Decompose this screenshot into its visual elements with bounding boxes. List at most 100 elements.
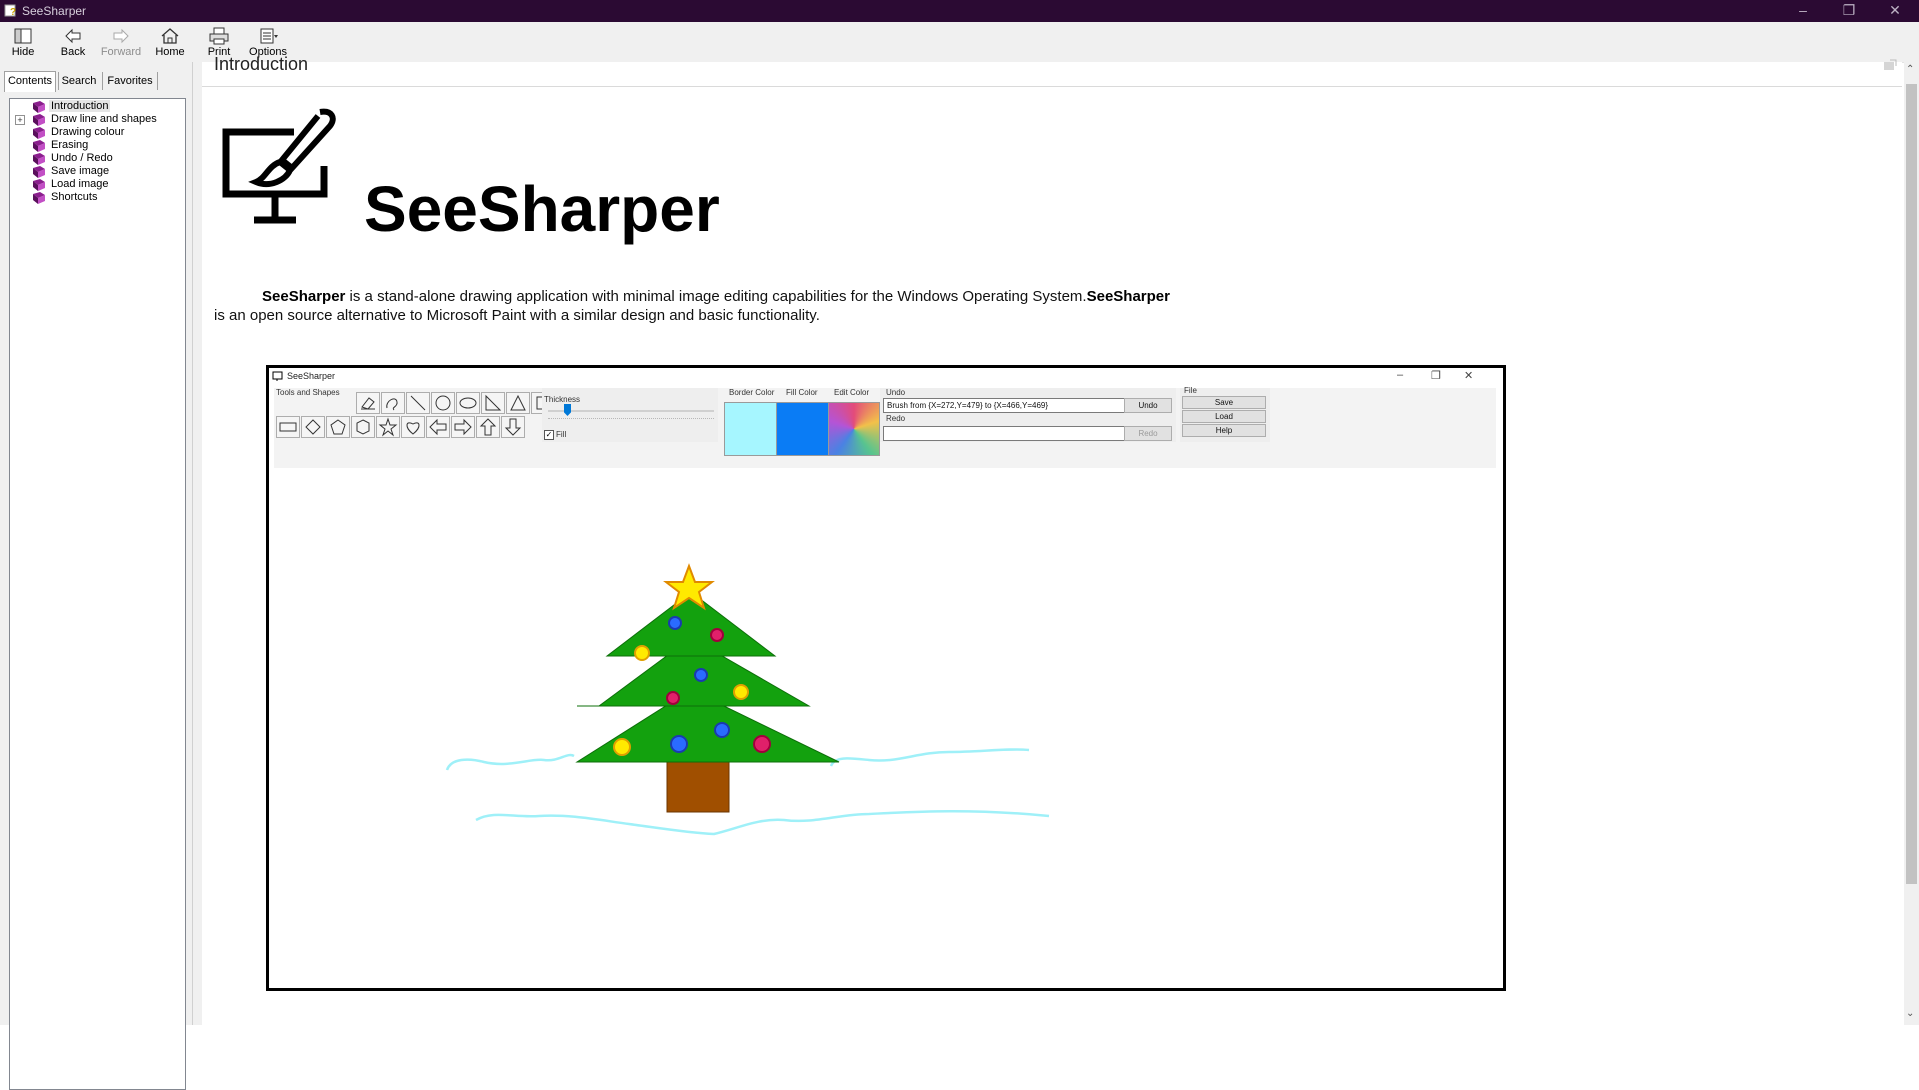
close-button[interactable]: ✕ (1872, 0, 1918, 22)
tools-label: Tools and Shapes (276, 388, 340, 397)
redo-label: Redo (886, 414, 906, 423)
hide-icon (14, 28, 32, 44)
fill-color-swatch (776, 402, 830, 456)
line-icon (410, 395, 426, 411)
eraser-icon (361, 397, 375, 410)
desc-text-1: is a stand-alone drawing application wit… (345, 288, 1087, 305)
brand-bold-1: SeeSharper (262, 288, 346, 305)
redo-history-field (883, 426, 1125, 441)
arrow-left-tool-button (426, 416, 450, 438)
hide-button[interactable]: Hide (0, 25, 46, 61)
app-icon: ? (4, 4, 16, 18)
svg-text:?: ? (10, 7, 16, 18)
circle-icon (435, 395, 451, 411)
fill-color-label: Fill Color (786, 388, 818, 397)
options-icon (260, 28, 278, 44)
printer-icon (209, 27, 229, 45)
right-triangle-tool-button (481, 392, 505, 414)
restore-button[interactable]: ❐ (1826, 0, 1872, 22)
undo-history-field: Brush from {X=272,Y=479} to {X=466,Y=469… (883, 398, 1125, 413)
star-tool-button (376, 416, 400, 438)
fill-checkbox: ✓ (544, 430, 554, 440)
hexagon-icon (356, 419, 370, 435)
scroll-down-icon[interactable]: ⌄ (1906, 1008, 1914, 1019)
topic-title: Introduction (214, 54, 309, 74)
undo-redo-group: Undo Brush from {X=272,Y=479} to {X=466,… (880, 388, 1176, 442)
hexagon-tool-button (351, 416, 375, 438)
edit-color-swatch (828, 402, 880, 456)
eraser-tool-button (356, 392, 380, 414)
thickness-track (548, 410, 714, 412)
diamond-icon (305, 419, 321, 435)
screenshot-minimize-icon: – (1397, 369, 1404, 381)
tree-item-label: Erasing (51, 139, 89, 151)
screenshot-app-icon (272, 371, 283, 381)
tree-item[interactable]: Shortcuts (10, 190, 185, 206)
tree-tier-top (605, 591, 777, 657)
curve-icon (386, 398, 398, 411)
tab-search[interactable]: Search (58, 72, 99, 90)
tree-item-label: Shortcuts (51, 191, 98, 203)
thickness-group: Thickness ✓ Fill (542, 388, 718, 442)
home-icon (161, 28, 179, 44)
header-corner-icon (1884, 59, 1897, 70)
thickness-ticks (548, 418, 714, 420)
thickness-slider-thumb (564, 404, 571, 416)
file-label: File (1184, 386, 1197, 395)
title-bar: ? SeeSharper – ❐ ✕ (0, 0, 1919, 22)
heart-icon (406, 422, 420, 435)
drawing-canvas (445, 563, 1050, 836)
brand-bold-2: SeeSharper (1086, 288, 1170, 305)
tree-item-label: Load image (51, 178, 109, 190)
screenshot-redo-button: Redo (1124, 426, 1172, 441)
screenshot-save-button: Save (1182, 396, 1266, 409)
tree-item-label: Introduction (49, 100, 111, 112)
window-title: SeeSharper (22, 4, 87, 18)
screenshot-close-icon: ✕ (1464, 370, 1474, 382)
ellipse-icon (459, 397, 477, 409)
tree-trunk (666, 761, 730, 813)
diamond-tool-button (301, 416, 325, 438)
line-tool-button (406, 392, 430, 414)
tab-contents[interactable]: Contents (4, 71, 56, 92)
screenshot-load-button: Load (1182, 410, 1266, 423)
tree-item-label: Undo / Redo (51, 152, 113, 164)
intro-paragraph: SeeSharper is a stand-alone drawing appl… (214, 287, 1314, 325)
back-arrow-icon (65, 28, 81, 44)
fill-label: Fill (556, 430, 567, 439)
navigation-pane: Contents Search Favorites Introduction + D… (0, 62, 198, 1090)
screenshot-help-button: Help (1182, 424, 1266, 437)
minimize-button[interactable]: – (1780, 0, 1826, 22)
seesharper-logo-icon (222, 108, 336, 224)
app-screenshot: SeeSharper – ❐ ✕ Tools and Shapes Thickn… (266, 365, 1506, 991)
scroll-thumb[interactable] (1906, 84, 1917, 884)
screenshot-undo-button: Undo (1124, 398, 1172, 413)
circle-tool-button (431, 392, 455, 414)
forward-arrow-icon (113, 28, 129, 44)
triangle-icon (510, 394, 526, 411)
forward-button[interactable]: Forward (98, 25, 144, 61)
book-icon (33, 192, 45, 204)
tree-item-label: Save image (51, 165, 110, 177)
tab-favorites[interactable]: Favorites (102, 72, 158, 90)
tree-item-label: Drawing colour (51, 126, 125, 138)
back-button[interactable]: Back (50, 25, 96, 61)
arrow-up-icon (479, 418, 497, 436)
brush-tool-button (381, 392, 405, 414)
ellipse-tool-button (456, 392, 480, 414)
contents-tree: Introduction + Draw line and shapes Drawing… (9, 98, 186, 1090)
topic-header: Introduction (202, 54, 1902, 87)
undo-label: Undo (886, 388, 906, 397)
arrow-down-icon (504, 418, 522, 436)
desc-text-2: is an open source alternative to Microso… (214, 307, 820, 324)
thickness-label: Thickness (544, 395, 581, 404)
tree-item-label: Draw line and shapes (51, 113, 157, 125)
scroll-up-icon[interactable]: ⌃ (1906, 64, 1914, 75)
expand-icon[interactable]: + (15, 115, 25, 125)
file-group: File Save Load Help (1180, 386, 1270, 442)
content-scrollbar[interactable]: ⌃ ⌄ (1904, 62, 1919, 1025)
arrow-up-tool-button (476, 416, 500, 438)
triangle-tool-button (506, 392, 530, 414)
home-button[interactable]: Home (147, 25, 193, 61)
brand-heading: SeeSharper (364, 173, 720, 245)
